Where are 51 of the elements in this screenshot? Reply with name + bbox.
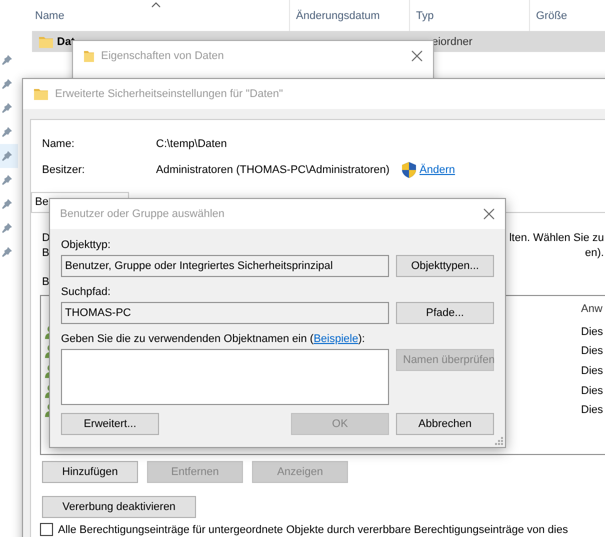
text-fragment: B	[42, 246, 50, 261]
list-label: B	[42, 275, 50, 289]
examples-link[interactable]: Beispiele	[314, 333, 358, 345]
field-value: Administratoren (THOMAS-PC\Administratoren)	[156, 164, 390, 176]
text-fragment: lten. Wählen Sie zu	[509, 231, 604, 246]
input-field[interactable]	[61, 349, 389, 405]
table-cell: Dies	[581, 345, 604, 358]
table-cell: Dies	[581, 384, 604, 397]
dialog-button[interactable]: Hinzufügen	[42, 461, 138, 483]
pin-icon	[2, 199, 12, 209]
field-label: Name:	[42, 138, 76, 150]
resize-grip-icon	[495, 437, 503, 445]
pin-icon	[2, 151, 12, 161]
field-label: Besitzer:	[42, 164, 86, 176]
table-cell: Dies	[581, 326, 604, 338]
pin-icon	[2, 175, 12, 185]
field-label: Objekttyp:	[61, 238, 112, 252]
table-cell: Dies	[581, 364, 604, 377]
checkbox-label: Alle Berechtigungseinträge für untergeordnete Objekte durch vererbbare Berechtigungseinträge von dies	[58, 524, 568, 536]
readonly-field: Benutzer, Gruppe oder Integriertes Sicherheitsprinzipal	[61, 255, 389, 277]
pin-icon	[2, 103, 12, 113]
window-title: Benutzer oder Gruppe auswählen	[60, 208, 224, 220]
pin-icon	[2, 55, 12, 65]
folder-icon	[83, 48, 95, 64]
change-link[interactable]: Ändern	[420, 164, 455, 176]
table-cell: Dies	[581, 404, 604, 416]
folder-icon	[33, 86, 49, 102]
field-value: C:\temp\Daten	[156, 138, 227, 150]
readonly-field: THOMAS-PC	[61, 302, 389, 324]
close-icon	[483, 208, 495, 220]
text-fragment: en).	[585, 246, 604, 261]
field-label: Suchpfad:	[61, 285, 112, 299]
pin-icon	[2, 127, 12, 137]
window-title: Eigenschaften von Daten	[101, 50, 224, 62]
text-fragment: D	[42, 231, 50, 246]
window-title: Erweiterte Sicherheitseinstellungen für "Daten"	[55, 88, 283, 100]
pin-icon	[2, 223, 12, 233]
dialog-button[interactable]: Objekttypen...	[396, 255, 494, 277]
dialog-button[interactable]: Erweitert...	[61, 413, 159, 435]
sort-caret-icon	[151, 2, 161, 8]
close-icon	[411, 50, 423, 62]
shield-icon	[402, 162, 416, 178]
dialog-button[interactable]: Vererbung deaktivieren	[42, 496, 196, 518]
pin-icon	[2, 247, 12, 257]
dialog-button[interactable]: Abbrechen	[396, 413, 494, 435]
column-header[interactable]: Größe	[530, 0, 605, 31]
column-header[interactable]: Anw	[581, 303, 602, 315]
dialog-button[interactable]: Pfade...	[396, 302, 494, 324]
field-label: Geben Sie die zu verwendenden Objektnamen ein (Beispiele):	[61, 332, 366, 346]
pin-icon	[2, 79, 12, 89]
checkbox[interactable]	[40, 523, 53, 536]
